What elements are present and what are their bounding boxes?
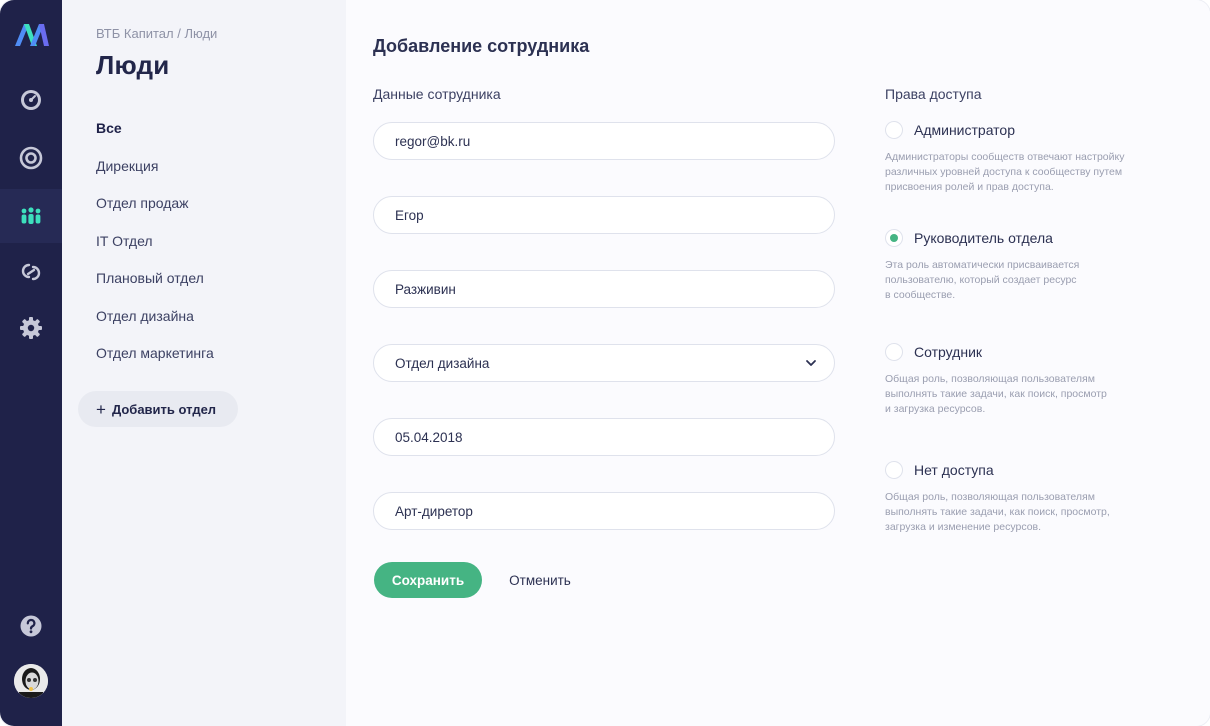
role-name: Администратор	[914, 122, 1016, 138]
role-option-no-access: Нет доступа Общая роль, позволяющая поль…	[885, 460, 1155, 535]
people-icon	[21, 207, 41, 224]
department-select[interactable]: Отдел дизайна	[373, 344, 835, 382]
radio-button[interactable]	[885, 461, 903, 479]
date-value: 05.04.2018	[395, 429, 463, 445]
employee-data-label: Данные сотрудника	[373, 86, 501, 102]
department-list: Все Дирекция Отдел продаж IT Отдел Плано…	[96, 118, 214, 381]
department-item-marketing[interactable]: Отдел маркетинга	[96, 343, 214, 381]
department-item-all[interactable]: Все	[96, 118, 214, 156]
department-item-it[interactable]: IT Отдел	[96, 231, 214, 269]
rail-settings[interactable]	[0, 301, 62, 355]
role-option-employee: Сотрудник Общая роль, позволяющая пользо…	[885, 342, 1155, 417]
add-department-label: Добавить отдел	[111, 401, 217, 417]
main-content: Добавление сотрудника Данные сотрудника …	[346, 0, 1210, 726]
question-icon	[20, 615, 42, 637]
role-admin-radio-row[interactable]: Администратор	[885, 120, 1155, 140]
department-item-sales[interactable]: Отдел продаж	[96, 193, 214, 231]
logo-icon[interactable]	[15, 24, 49, 46]
role-option-admin: Администратор Администраторы сообществ о…	[885, 120, 1155, 195]
link-icon	[21, 263, 41, 281]
radio-button[interactable]	[885, 121, 903, 139]
app-window: ВТБ Капитал / Люди Люди Все Дирекция Отд…	[0, 0, 1210, 726]
form-title: Добавление сотрудника	[373, 36, 590, 56]
avatar[interactable]	[14, 664, 48, 698]
role-head-radio-row[interactable]: Руководитель отдела	[885, 228, 1155, 248]
role-description: Общая роль, позволяющая пользователям вы…	[885, 373, 1107, 415]
department-value: Отдел дизайна	[395, 355, 490, 371]
rail-goals[interactable]	[0, 131, 62, 185]
plus-icon: +	[96, 399, 106, 419]
email-value: regor@bk.ru	[395, 133, 471, 149]
role-description: Администраторы сообществ отвечают настро…	[885, 151, 1125, 193]
role-employee-radio-row[interactable]: Сотрудник	[885, 342, 1155, 362]
role-name: Руководитель отдела	[914, 230, 1053, 246]
radio-button-checked[interactable]	[885, 229, 903, 247]
page-title: Люди	[96, 50, 170, 80]
first-name-field[interactable]: Егор	[373, 196, 835, 234]
first-name-value: Егор	[395, 207, 424, 223]
department-item-design[interactable]: Отдел дизайна	[96, 306, 214, 344]
department-item-planning[interactable]: Плановый отдел	[96, 268, 214, 306]
position-field[interactable]: Арт-диретор	[373, 492, 835, 530]
rail-people[interactable]	[0, 189, 62, 243]
rail-dashboard[interactable]	[0, 73, 62, 127]
chevron-down-icon	[806, 360, 816, 366]
position-value: Арт-диретор	[395, 503, 473, 519]
department-item-direction[interactable]: Дирекция	[96, 156, 214, 194]
rail-help[interactable]	[0, 599, 62, 653]
departments-sidebar: ВТБ Капитал / Люди Люди Все Дирекция Отд…	[62, 0, 346, 726]
radio-dot	[890, 234, 898, 242]
role-name: Нет доступа	[914, 462, 994, 478]
role-description: Общая роль, позволяющая пользователям вы…	[885, 491, 1110, 533]
role-description: Эта роль автоматически присваивается пол…	[885, 259, 1080, 301]
breadcrumb[interactable]: ВТБ Капитал / Люди	[96, 26, 217, 41]
email-field[interactable]: regor@bk.ru	[373, 122, 835, 160]
role-no-access-radio-row[interactable]: Нет доступа	[885, 460, 1155, 480]
last-name-field[interactable]: Разживин	[373, 270, 835, 308]
dashboard-gauge-icon	[21, 90, 41, 110]
date-field[interactable]: 05.04.2018	[373, 418, 835, 456]
rail-integrations[interactable]	[0, 245, 62, 299]
radio-button[interactable]	[885, 343, 903, 361]
save-button[interactable]: Сохранить	[374, 562, 482, 598]
add-department-button[interactable]: + Добавить отдел	[78, 391, 238, 427]
target-icon	[19, 146, 43, 170]
last-name-value: Разживин	[395, 281, 456, 297]
user-photo-icon	[14, 664, 48, 698]
access-rights-label: Права доступа	[885, 86, 982, 102]
icon-rail	[0, 0, 62, 726]
cancel-button[interactable]: Отменить	[498, 562, 582, 598]
gear-icon	[20, 317, 42, 339]
role-option-head: Руководитель отдела Эта роль автоматичес…	[885, 228, 1155, 303]
role-name: Сотрудник	[914, 344, 983, 360]
